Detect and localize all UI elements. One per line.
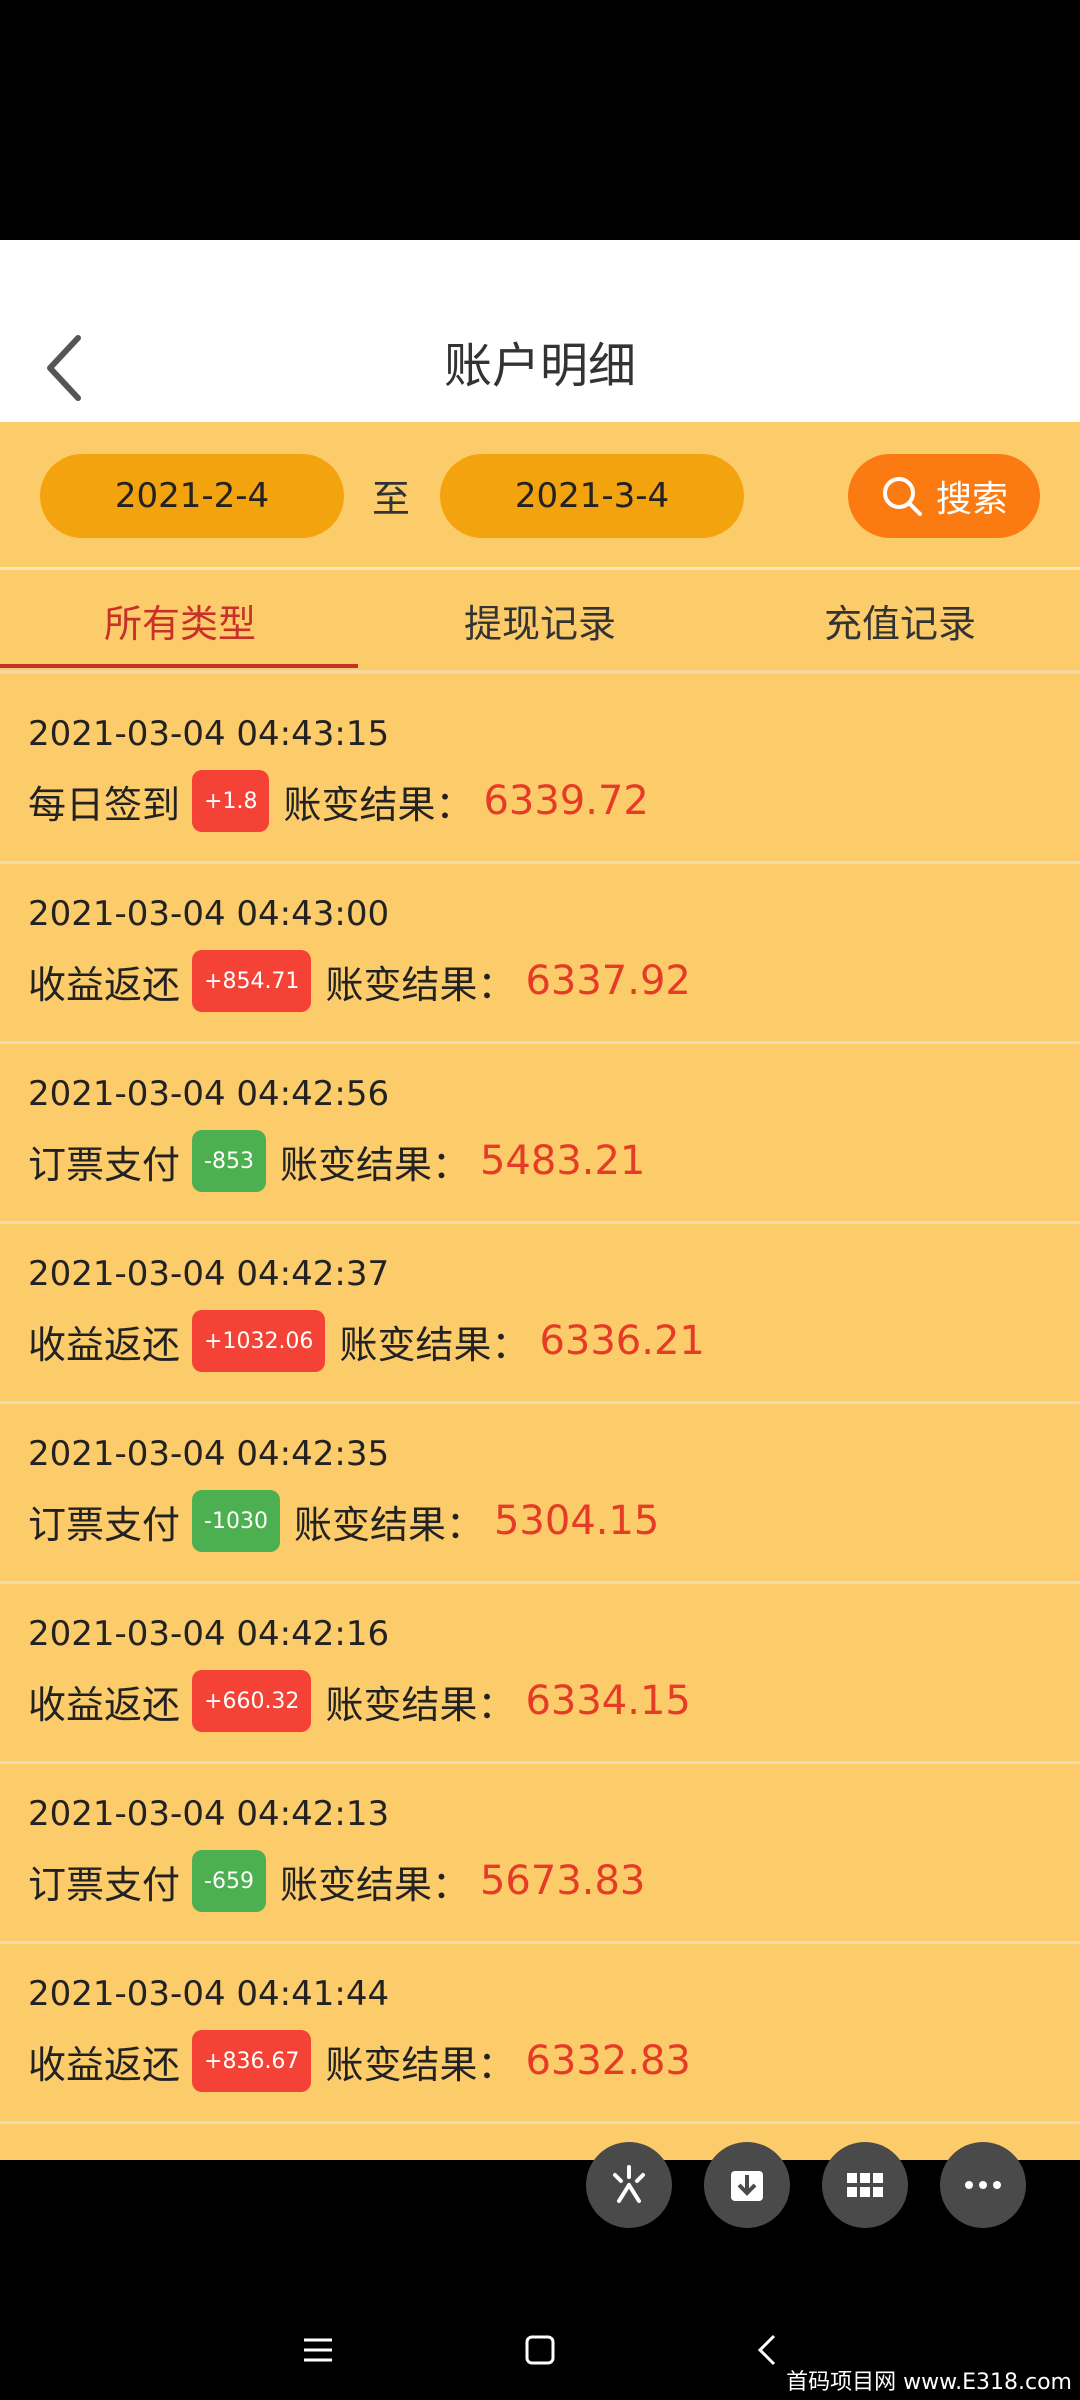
record-type: 订票支付 [28, 1862, 181, 1907]
watermark: 首码项目网 www.E318.com [786, 2370, 1072, 2395]
record-type: 收益返还 [28, 1682, 181, 1727]
record-detail: 收益返还 +660.32 账变结果： 6334.15 [28, 1666, 691, 1736]
record-list: 2021-03-04 04:43:15 每日签到 +1.8 账变结果： 6339.72 2… [0, 684, 1080, 2124]
record-type: 订票支付 [28, 1142, 181, 1187]
record-detail: 收益返还 +836.67 账变结果： 6332.83 [28, 2026, 691, 2096]
record-row: 2021-03-04 04:41:44 收益返还 +836.67 账变结果： 6332.… [0, 1944, 1080, 2124]
record-detail: 订票支付 -853 账变结果： 5483.21 [28, 1126, 645, 1196]
change-badge: +854.71 [192, 950, 312, 1012]
result-label: 账变结果： [279, 1142, 470, 1187]
result-label: 账变结果： [325, 2042, 516, 2087]
result-label: 账变结果： [339, 1322, 530, 1367]
result-label: 账变结果： [283, 782, 474, 827]
record-time: 2021-03-04 04:42:56 [28, 1074, 390, 1114]
record-detail: 订票支付 -1030 账变结果： 5304.15 [28, 1486, 659, 1556]
grid-icon [847, 2173, 883, 2197]
active-tab-indicator [0, 664, 358, 668]
change-badge: +660.32 [192, 1670, 312, 1732]
filter-bar: 2021-2-4 至 2021-3-4 搜索 [0, 422, 1080, 567]
page-title: 账户明细 [443, 338, 636, 394]
record-time: 2021-03-04 04:43:00 [28, 894, 390, 934]
record-row: 2021-03-04 04:43:00 收益返还 +854.71 账变结果： 6337.… [0, 864, 1080, 1044]
sparkle-button[interactable] [586, 2142, 672, 2228]
tab-all-types[interactable]: 所有类型 [0, 570, 360, 670]
back-nav-icon [757, 2334, 776, 2366]
record-row: 2021-03-04 04:42:35 订票支付 -1030 账变结果： 5304.15 [0, 1404, 1080, 1584]
record-time: 2021-03-04 04:42:35 [28, 1434, 390, 1474]
grid-button[interactable] [822, 2142, 908, 2228]
tab-bar: 所有类型 提现记录 充值记录 [0, 570, 1080, 670]
result-value: 6336.21 [539, 1318, 705, 1364]
search-icon [882, 477, 922, 516]
nav-home-button[interactable] [510, 2320, 570, 2380]
tab-withdraw-records[interactable]: 提现记录 [360, 570, 720, 670]
record-time: 2021-03-04 04:42:13 [28, 1794, 390, 1834]
record-detail: 订票支付 -659 账变结果： 5673.83 [28, 1846, 645, 1916]
result-value: 5483.21 [479, 1138, 646, 1184]
result-label: 账变结果： [325, 1682, 516, 1727]
record-row: 2021-03-04 04:42:37 收益返还 +1032.06 账变结果： 6336… [0, 1224, 1080, 1404]
menu-icon [304, 2338, 332, 2362]
more-button[interactable] [940, 2142, 1026, 2228]
sparkle-icon [613, 2165, 645, 2203]
record-type: 收益返还 [28, 2042, 181, 2087]
result-label: 账变结果： [293, 1502, 484, 1547]
record-time: 2021-03-04 04:41:44 [28, 1974, 390, 2014]
record-type: 订票支付 [28, 1502, 181, 1547]
result-value: 6339.72 [483, 778, 649, 824]
record-type: 收益返还 [28, 962, 181, 1007]
record-type: 收益返还 [28, 1322, 181, 1367]
result-label: 账变结果： [325, 962, 516, 1007]
change-badge: +1.8 [192, 770, 270, 832]
home-icon [525, 2335, 555, 2365]
main-content: 2021-2-4 至 2021-3-4 搜索 所有类型 提现记录 充值记录 20… [0, 422, 1080, 2160]
record-row: 2021-03-04 04:43:15 每日签到 +1.8 账变结果： 6339.72 [0, 684, 1080, 864]
tabs-divider [0, 670, 1080, 674]
record-time: 2021-03-04 04:43:15 [28, 714, 390, 754]
header: 账户明细 [0, 240, 1080, 422]
record-row: 2021-03-04 04:42:56 订票支付 -853 账变结果： 5483.21 [0, 1044, 1080, 1224]
change-badge: -853 [192, 1130, 266, 1192]
change-badge: +1032.06 [192, 1310, 326, 1372]
result-value: 6334.15 [525, 1678, 691, 1724]
result-label: 账变结果： [279, 1862, 470, 1907]
bottom-overlay: 首码项目网 www.E318.com [0, 2142, 1080, 2400]
search-label: 搜索 [935, 479, 1008, 520]
result-value: 6332.83 [525, 2038, 691, 2084]
to-label: 至 [372, 477, 411, 521]
change-badge: -1030 [192, 1490, 280, 1552]
search-button[interactable]: 搜索 [848, 454, 1040, 538]
tab-recharge-records[interactable]: 充值记录 [720, 570, 1080, 670]
result-value: 5673.83 [479, 1858, 646, 1904]
record-row: 2021-03-04 04:42:13 订票支付 -659 账变结果： 5673.83 [0, 1764, 1080, 1944]
top-black-area [0, 0, 1080, 240]
change-badge: +836.67 [192, 2030, 312, 2092]
record-detail: 收益返还 +854.71 账变结果： 6337.92 [28, 946, 691, 1016]
nav-menu-button[interactable] [288, 2320, 348, 2380]
date-to-picker[interactable]: 2021-3-4 [440, 454, 744, 538]
date-from-picker[interactable]: 2021-2-4 [40, 454, 344, 538]
record-row: 2021-03-04 04:42:16 收益返还 +660.32 账变结果： 6334.… [0, 1584, 1080, 1764]
result-value: 5304.15 [493, 1498, 660, 1544]
record-type: 每日签到 [28, 782, 181, 827]
more-icon [965, 2181, 1001, 2189]
record-time: 2021-03-04 04:42:37 [28, 1254, 390, 1294]
download-icon [731, 2171, 763, 2201]
record-time: 2021-03-04 04:42:16 [28, 1614, 390, 1654]
download-button[interactable] [704, 2142, 790, 2228]
change-badge: -659 [192, 1850, 266, 1912]
record-detail: 收益返还 +1032.06 账变结果： 6336.21 [28, 1306, 705, 1376]
result-value: 6337.92 [525, 958, 691, 1004]
record-detail: 每日签到 +1.8 账变结果： 6339.72 [28, 766, 649, 836]
